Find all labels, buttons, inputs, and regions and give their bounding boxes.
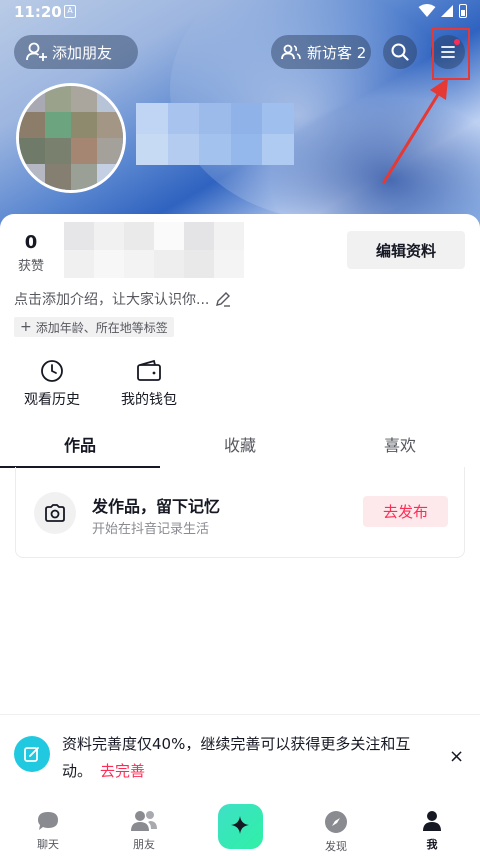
publish-title: 发作品，留下记忆	[92, 497, 221, 516]
clock-icon	[41, 360, 63, 382]
nav-discover-label: 发现	[325, 840, 347, 853]
battery-icon	[459, 4, 467, 18]
compass-icon	[325, 811, 347, 833]
users-icon	[281, 44, 301, 60]
likes-count: 0	[24, 232, 38, 253]
nav-friends-label: 朋友	[133, 838, 155, 851]
avatar[interactable]	[16, 83, 126, 193]
new-visitors-label: 新访客 2	[307, 43, 367, 62]
add-friend-label: 添加朋友	[52, 43, 113, 62]
watch-history-label: 观看历史	[24, 392, 80, 408]
likes-label: 获赞	[17, 259, 44, 274]
wallet-icon	[137, 359, 161, 381]
pencil-icon	[216, 292, 231, 307]
profile-completion-banner: 资料完善度仅40%，继续完善可以获得更多关注和互动。 去完善 ×	[0, 714, 480, 796]
tab-works[interactable]: 作品	[0, 432, 160, 468]
annotation-arrow	[382, 78, 448, 184]
watch-history-button[interactable]: 观看历史	[24, 359, 80, 409]
status-bar: 11:20 A	[0, 0, 480, 24]
edit-profile-button[interactable]: 编辑资料	[347, 231, 465, 269]
complete-profile-link[interactable]: 去完善	[100, 762, 145, 780]
bottom-navigation: 聊天 朋友 发现 我	[0, 796, 480, 856]
nav-chat-label: 聊天	[37, 838, 59, 851]
publish-subtitle: 开始在抖音记录生活	[92, 522, 210, 537]
plus-icon: +	[20, 319, 32, 335]
nav-create[interactable]	[192, 796, 288, 856]
sparkle-icon	[231, 815, 249, 834]
status-time: 11:20	[14, 3, 62, 21]
wifi-icon	[418, 4, 436, 17]
sim-icon: A	[64, 5, 76, 18]
add-tags-label: 添加年龄、所在地等标签	[35, 320, 168, 335]
person-icon	[423, 811, 441, 831]
add-tags-button[interactable]: + 添加年龄、所在地等标签	[14, 317, 174, 337]
username-blurred	[136, 103, 294, 165]
tab-favorites[interactable]: 收藏	[160, 432, 320, 468]
new-visitors-button[interactable]: 新访客 2	[271, 35, 371, 69]
nav-me[interactable]: 我	[384, 796, 480, 856]
search-icon	[391, 43, 409, 61]
signal-icon	[441, 5, 453, 17]
add-friend-button[interactable]: 添加朋友	[14, 35, 138, 69]
chat-icon	[38, 812, 58, 830]
publish-prompt-card: 发作品，留下记忆 开始在抖音记录生活 去发布	[15, 467, 465, 558]
nav-me-label: 我	[426, 838, 438, 851]
nav-chat[interactable]: 聊天	[0, 796, 96, 856]
content-tabs: 作品 收藏 喜欢	[0, 432, 480, 468]
wallet-label: 我的钱包	[121, 392, 177, 408]
camera-icon	[45, 504, 65, 522]
intro-field[interactable]: 点击添加介绍，让大家认识你...	[14, 289, 231, 309]
close-banner-button[interactable]: ×	[449, 746, 464, 767]
search-button[interactable]	[383, 35, 417, 69]
add-user-icon	[26, 42, 47, 61]
friends-icon	[131, 811, 157, 831]
wallet-button[interactable]: 我的钱包	[121, 359, 177, 409]
create-button[interactable]	[217, 804, 263, 849]
likes-stat[interactable]: 0 获赞	[14, 232, 48, 274]
stats-blurred	[64, 222, 244, 278]
completion-message: 资料完善度仅40%，继续完善可以获得更多关注和互动。 去完善	[62, 731, 422, 785]
intro-placeholder: 点击添加介绍，让大家认识你...	[14, 292, 210, 308]
nav-friends[interactable]: 朋友	[96, 796, 192, 856]
camera-button[interactable]	[34, 492, 76, 534]
nav-discover[interactable]: 发现	[288, 796, 384, 856]
tab-likes[interactable]: 喜欢	[320, 432, 480, 468]
edit-profile-icon	[14, 736, 50, 772]
go-publish-button[interactable]: 去发布	[363, 496, 448, 527]
